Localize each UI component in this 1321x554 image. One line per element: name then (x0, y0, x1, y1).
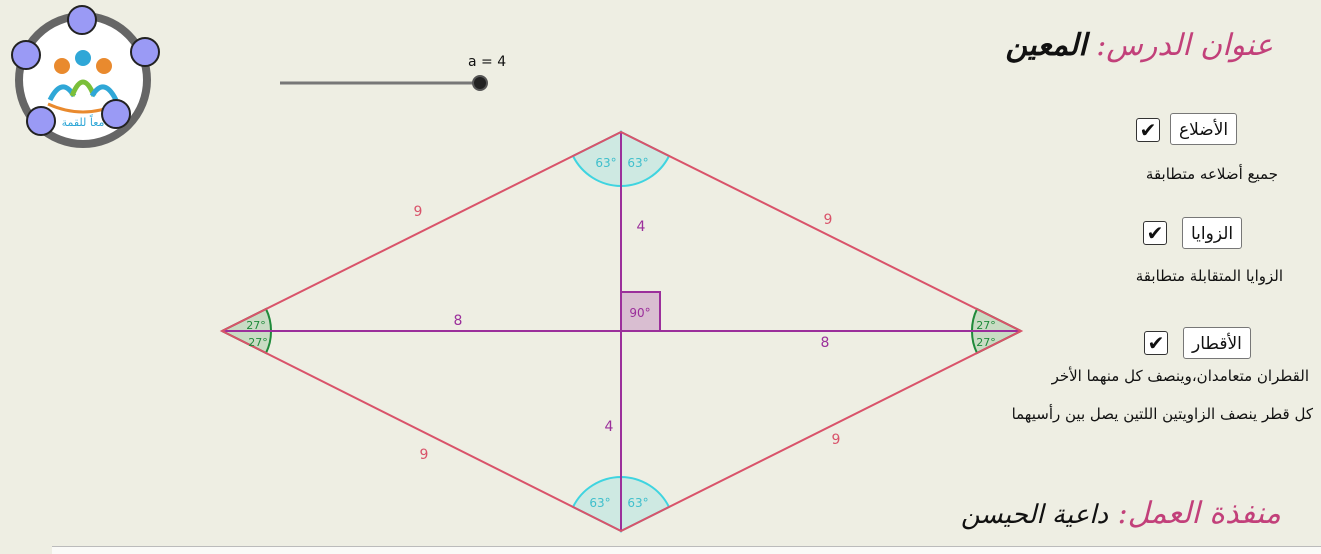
angle-label-top-left: 63° (595, 156, 616, 170)
diagonals-description-2: كل قطر ينصف الزاويتين اللتين يصل بين رأس… (1011, 405, 1313, 423)
angles-button[interactable]: الزوايا (1182, 217, 1243, 249)
side-label-top-right: 9 (824, 212, 833, 228)
logo-text: معاً للقمة (62, 114, 105, 129)
side-label-bottom-left: 9 (420, 447, 429, 463)
side-label-bottom-right: 9 (832, 432, 841, 448)
sides-checkbox[interactable]: ✔ (1136, 118, 1160, 142)
angle-label-left-top: 27° (246, 319, 266, 332)
rhombus-figure: 9 9 9 9 4 4 8 8 63° 63° 63° 63° 27° 27° … (11, 5, 1024, 533)
angle-label-right-top: 27° (976, 319, 996, 332)
diagonals-checkbox[interactable]: ✔ (1144, 331, 1168, 355)
half-diagonal-label-left: 8 (454, 313, 463, 329)
angles-description: الزوايا المتقابلة متطابقة (1135, 267, 1283, 285)
slider-value-label: a = 4 (468, 54, 507, 70)
check-icon: ✔ (1147, 331, 1165, 355)
angle-label-left-bottom: 27° (248, 336, 268, 349)
half-diagonal-label-bottom: 4 (605, 419, 614, 435)
logo-icon: معاً للقمة (11, 5, 160, 148)
check-icon: ✔ (1139, 118, 1157, 142)
half-diagonal-label-right: 8 (821, 335, 830, 351)
sides-button[interactable]: الأضلاع (1170, 113, 1238, 145)
check-icon: ✔ (1146, 221, 1164, 245)
maker-credit: منفذة العمل: داعية الحيسن (961, 496, 1281, 531)
half-diagonal-label-top: 4 (637, 219, 646, 235)
sides-description: جميع أضلاعه متطابقة (1145, 165, 1278, 183)
lesson-title-value: المعين (1005, 28, 1087, 63)
diagonals-button[interactable]: الأقطار (1183, 327, 1251, 359)
lesson-title: عنوان الدرس: المعين (1005, 28, 1273, 63)
angle-label-bottom-right: 63° (627, 496, 648, 510)
angles-checkbox[interactable]: ✔ (1143, 221, 1167, 245)
slider-handle[interactable] (472, 75, 488, 91)
maker-value: داعية الحيسن (960, 500, 1109, 530)
angle-label-top-right: 63° (627, 156, 648, 170)
side-label-top-left: 9 (414, 204, 423, 220)
maker-label: منفذة العمل: (1117, 496, 1281, 531)
lesson-title-label: عنوان الدرس: (1096, 28, 1273, 63)
angle-label-bottom-left: 63° (589, 496, 610, 510)
right-angle-label: 90° (629, 306, 650, 320)
diagonals-description: القطران متعامدان،وينصف كل منهما الأخر (1051, 367, 1309, 385)
angle-label-right-bottom: 27° (976, 336, 996, 349)
